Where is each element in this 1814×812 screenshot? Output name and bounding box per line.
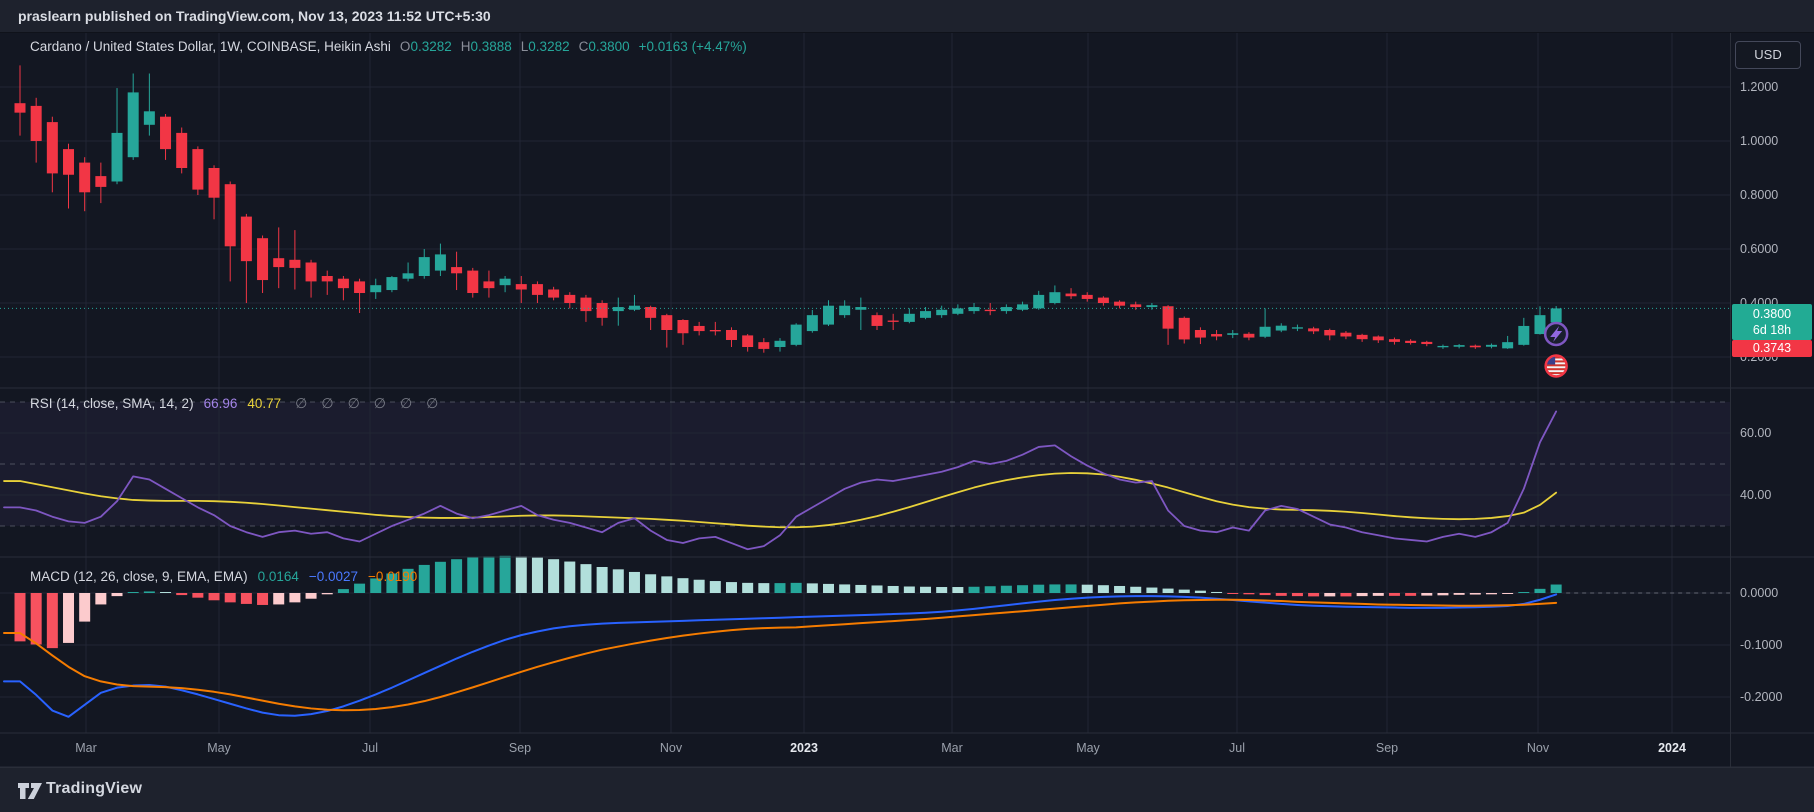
time-tick-month: Nov <box>1508 741 1568 755</box>
rsi-empty-marker: ∅ <box>374 395 386 411</box>
rsi-tick-label: 60.00 <box>1740 426 1771 440</box>
last-price-value: 0.3800 <box>1732 306 1812 322</box>
change-value: +0.0163 (+4.47%) <box>639 39 747 54</box>
time-tick-year: 2023 <box>774 741 834 755</box>
macd-signal-value: −0.0190 <box>368 569 417 584</box>
tradingview-logo-icon[interactable] <box>16 778 46 804</box>
time-tick-month: Mar <box>922 741 982 755</box>
time-tick-month: May <box>1058 741 1118 755</box>
rsi-title[interactable]: RSI (14, close, SMA, 14, 2) <box>30 396 194 411</box>
macd-title[interactable]: MACD (12, 26, close, 9, EMA, EMA) <box>30 569 248 584</box>
macd-legend: MACD (12, 26, close, 9, EMA, EMA)0.0164−… <box>30 569 417 584</box>
rsi-ma-value: 40.77 <box>247 396 281 411</box>
macd-tick-label: -0.2000 <box>1740 690 1782 704</box>
last-price-badge: 0.3800 6d 18h <box>1732 304 1812 340</box>
prev-close-badge: 0.3743 <box>1732 340 1812 357</box>
macd-line-value: −0.0027 <box>309 569 358 584</box>
currency-toggle-button[interactable]: USD <box>1735 41 1801 69</box>
rsi-empty-marker: ∅ <box>295 395 307 411</box>
symbol-title[interactable]: Cardano / United States Dollar, 1W, COIN… <box>30 39 391 54</box>
us-flag-event-icon[interactable] <box>1546 356 1567 377</box>
rsi-value: 66.96 <box>204 396 238 411</box>
ohlc-value: 0.3282 <box>528 39 569 54</box>
symbol-legend: Cardano / United States Dollar, 1W, COIN… <box>30 39 747 54</box>
rsi-empty-marker: ∅ <box>400 395 412 411</box>
macd-hist-value: 0.0164 <box>258 569 299 584</box>
rsi-legend: RSI (14, close, SMA, 14, 2) 66.96 40.77 ∅ ∅ ∅… <box>30 395 438 412</box>
time-tick-month: May <box>189 741 249 755</box>
price-tick-label: 0.6000 <box>1740 242 1778 256</box>
publish-bar: praslearn published on TradingView.com, … <box>0 0 1814 33</box>
price-axis[interactable]: USD 0.3800 6d 18h 0.3743 1.2000 1.0000 0.8… <box>1730 33 1814 767</box>
ohlc-value: 0.3888 <box>470 39 511 54</box>
bar-countdown: 6d 18h <box>1732 322 1812 338</box>
price-tick-label: 1.0000 <box>1740 134 1778 148</box>
time-tick-month: Jul <box>1207 741 1267 755</box>
ohlc-value: 0.3282 <box>410 39 451 54</box>
price-tick-label: 1.2000 <box>1740 80 1778 94</box>
macd-tick-label: -0.1000 <box>1740 638 1782 652</box>
rsi-tick-label: 40.00 <box>1740 488 1771 502</box>
ohlc-value: 0.3800 <box>588 39 629 54</box>
macd-tick-label: 0.0000 <box>1740 586 1778 600</box>
footer-bar: TradingView <box>0 767 1814 812</box>
time-tick-month: Sep <box>1357 741 1417 755</box>
tradingview-published-chart: praslearn published on TradingView.com, … <box>0 0 1814 812</box>
time-tick-month: Sep <box>490 741 550 755</box>
time-tick-month: Mar <box>56 741 116 755</box>
time-tick-year: 2024 <box>1642 741 1702 755</box>
time-axis[interactable]: Mar May Jul Sep Nov 2023 Mar May Jul Sep Nov 2024 <box>0 733 1814 767</box>
footer-brand: TradingView <box>46 780 142 798</box>
time-tick-month: Jul <box>340 741 400 755</box>
ohlc-letter: C <box>579 39 589 54</box>
publish-bar-text: praslearn published on TradingView.com, … <box>18 8 491 24</box>
lightning-event-icon[interactable] <box>1545 323 1567 345</box>
time-tick-month: Nov <box>641 741 701 755</box>
rsi-empty-marker: ∅ <box>426 395 438 411</box>
price-tick-label: 0.8000 <box>1740 188 1778 202</box>
rsi-empty-marker: ∅ <box>321 395 333 411</box>
ohlc-letter: O <box>400 39 411 54</box>
rsi-empty-marker: ∅ <box>348 395 360 411</box>
